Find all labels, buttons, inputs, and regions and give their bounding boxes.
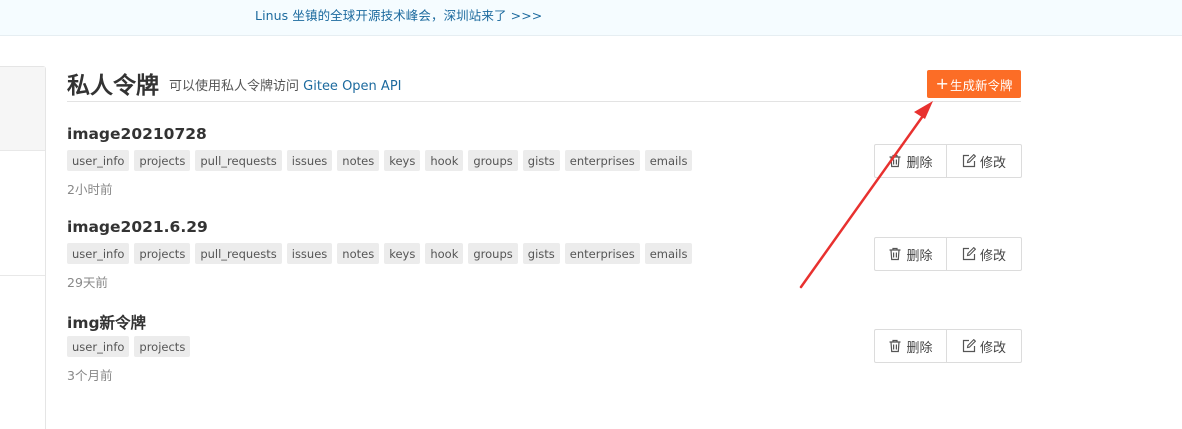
- delete-label: 删除: [906, 340, 933, 356]
- token-row: image2021.6.29 user_info projects pull_r…: [67, 218, 1022, 298]
- delete-label: 删除: [906, 248, 933, 264]
- page-title: 私人令牌: [67, 73, 159, 99]
- token-created-time: 3个月前: [67, 368, 113, 383]
- page-header: 私人令牌 可以使用私人令牌访问 Gitee Open API: [67, 66, 1021, 102]
- scope-tag: user_info: [67, 336, 130, 357]
- scope-tag: issues: [286, 150, 333, 171]
- scope-tag: gists: [522, 150, 560, 171]
- token-row: img新令牌 user_info projects 3个月前 删除 修改: [67, 311, 1022, 391]
- scope-tag: gists: [522, 243, 560, 264]
- scope-list: user_info projects pull_requests issues …: [67, 243, 693, 264]
- edit-label: 修改: [979, 340, 1006, 356]
- edit-icon: [962, 154, 976, 168]
- scope-tag: enterprises: [564, 243, 640, 264]
- delete-button[interactable]: 删除: [874, 237, 947, 271]
- edit-label: 修改: [979, 248, 1006, 264]
- delete-label: 删除: [906, 155, 933, 171]
- scope-tag: groups: [468, 243, 518, 264]
- scope-tag: groups: [468, 150, 518, 171]
- trash-icon: [889, 339, 901, 353]
- scope-tag: notes: [337, 150, 380, 171]
- token-created-time: 29天前: [67, 275, 108, 290]
- edit-icon: [962, 247, 976, 261]
- token-actions: 删除 修改: [874, 329, 1022, 363]
- scope-tag: keys: [384, 150, 421, 171]
- scope-tag: projects: [134, 150, 191, 171]
- open-api-link[interactable]: Gitee Open API: [303, 79, 401, 94]
- edit-icon: [962, 339, 976, 353]
- token-name: img新令牌: [67, 314, 147, 332]
- token-actions: 删除 修改: [874, 237, 1022, 271]
- scope-list: user_info projects pull_requests issues …: [67, 150, 693, 171]
- scope-tag: user_info: [67, 243, 130, 264]
- token-name: image2021.6.29: [67, 218, 208, 236]
- generate-token-label: 生成新令牌: [949, 77, 1013, 93]
- sidebar: [0, 66, 46, 429]
- edit-button[interactable]: 修改: [947, 237, 1022, 271]
- scope-tag: pull_requests: [195, 150, 282, 171]
- scope-tag: keys: [384, 243, 421, 264]
- scope-tag: hook: [425, 150, 464, 171]
- token-name: image20210728: [67, 125, 207, 143]
- edit-button[interactable]: 修改: [947, 144, 1022, 178]
- announcement-link[interactable]: Linus 坐镇的全球开源技术峰会，深圳站来了 >>>: [255, 5, 542, 24]
- page-description: 可以使用私人令牌访问 Gitee Open API: [169, 75, 402, 94]
- description-text: 可以使用私人令牌访问: [169, 79, 300, 94]
- sidebar-active-item[interactable]: [0, 67, 45, 151]
- scope-tag: pull_requests: [195, 243, 282, 264]
- plus-icon: +: [935, 74, 949, 93]
- scope-tag: enterprises: [564, 150, 640, 171]
- delete-button[interactable]: 删除: [874, 144, 947, 178]
- scope-tag: projects: [134, 243, 191, 264]
- edit-button[interactable]: 修改: [947, 329, 1022, 363]
- trash-icon: [889, 154, 901, 168]
- scope-tag: hook: [425, 243, 464, 264]
- scope-tag: user_info: [67, 150, 130, 171]
- trash-icon: [889, 247, 901, 261]
- edit-label: 修改: [979, 155, 1006, 171]
- annotation-arrow-head: [914, 101, 933, 119]
- token-row: image20210728 user_info projects pull_re…: [67, 125, 1022, 205]
- scope-list: user_info projects: [67, 336, 191, 357]
- token-actions: 删除 修改: [874, 144, 1022, 178]
- scope-tag: emails: [644, 150, 693, 171]
- sidebar-divider: [0, 275, 45, 276]
- scope-tag: emails: [644, 243, 693, 264]
- announcement-banner: Linus 坐镇的全球开源技术峰会，深圳站来了 >>>: [0, 0, 1182, 36]
- token-created-time: 2小时前: [67, 182, 113, 197]
- scope-tag: notes: [337, 243, 380, 264]
- delete-button[interactable]: 删除: [874, 329, 947, 363]
- scope-tag: projects: [134, 336, 191, 357]
- scope-tag: issues: [286, 243, 333, 264]
- generate-token-button[interactable]: + 生成新令牌: [927, 70, 1021, 98]
